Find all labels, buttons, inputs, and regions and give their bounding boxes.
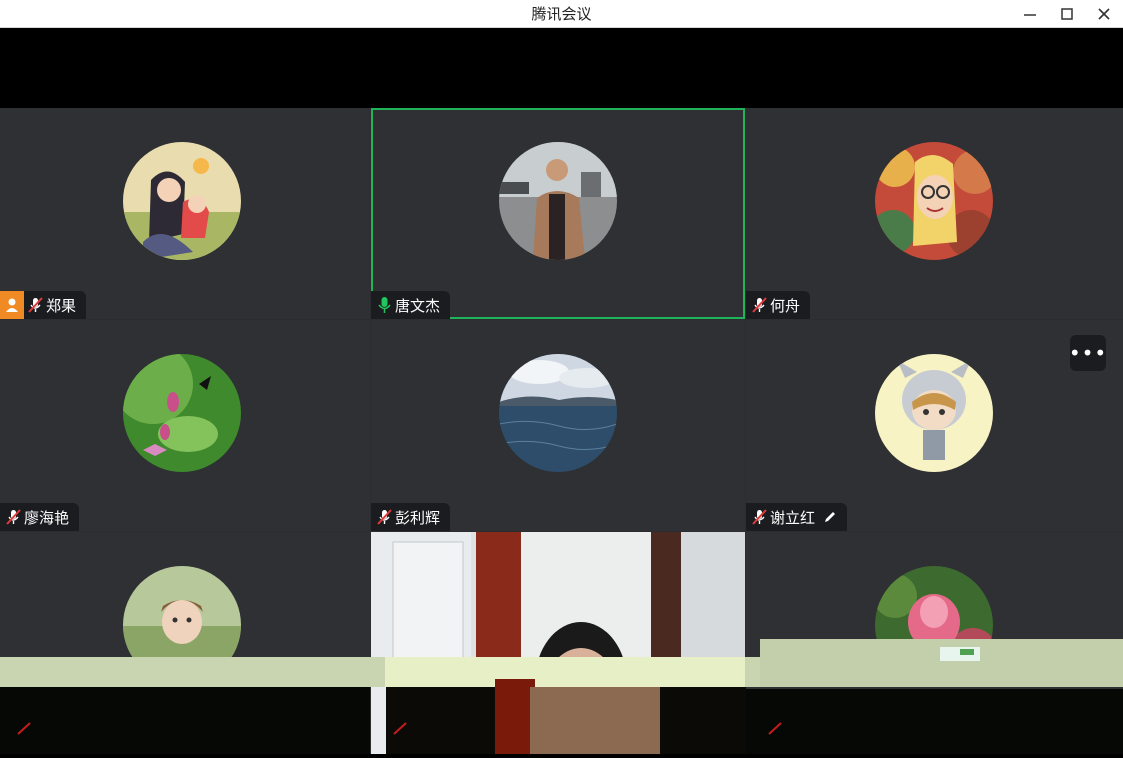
display-glitch [0,639,1123,754]
maximize-icon [1061,7,1073,20]
close-icon [1098,7,1110,20]
avatar [123,354,241,472]
participant-name: 谢立红 [770,508,816,527]
name-tag: 何舟 [746,291,811,319]
host-badge [0,291,24,319]
more-options-button[interactable]: ••• [1069,335,1106,371]
participant-name: 廖海艳 [24,508,70,527]
mic-muted-icon [748,503,770,531]
avatar [875,354,993,472]
name-tag: 谢立红 [746,503,848,531]
name-tag: 唐文杰 [371,291,451,319]
participant-tile-hezhou[interactable]: 何舟 [746,108,1123,319]
name-tag: 廖海艳 [0,503,80,531]
title-bar: 腾讯会议 [0,0,1123,28]
participant-name: 唐文杰 [395,296,441,315]
participant-tile-penglihui[interactable]: 彭利辉 [371,320,745,531]
mic-muted-icon [748,291,770,319]
mic-active-icon [373,291,395,319]
top-black-band [0,28,1123,108]
mic-muted-icon [373,503,395,531]
participant-tile-tangwenjie[interactable]: 唐文杰 [371,108,745,319]
participant-tile-liaohaiyan[interactable]: 廖海艳 [0,320,370,531]
participant-grid: 郑果 唐文杰 何舟 廖海艳 彭利辉 ••• 谢立红 [0,108,1123,754]
avatar [875,142,993,260]
minimize-button[interactable] [1012,0,1048,27]
name-tag: 郑果 [0,291,87,319]
avatar [499,142,617,260]
host-icon [6,298,18,312]
close-button[interactable] [1086,0,1122,27]
participant-name: 何舟 [770,296,801,315]
window-title: 腾讯会议 [531,5,592,23]
mic-muted-icon [2,503,24,531]
mic-muted-icon [24,291,46,319]
participant-tile-zhengguo[interactable]: 郑果 [0,108,370,319]
participant-name: 郑果 [46,296,77,315]
avatar [499,354,617,472]
participant-tile-xielihong[interactable]: ••• 谢立红 [746,320,1123,531]
name-tag: 彭利辉 [371,503,451,531]
maximize-button[interactable] [1049,0,1085,27]
participant-name: 彭利辉 [395,508,441,527]
pencil-icon [823,510,837,524]
avatar [123,142,241,260]
minimize-icon [1024,13,1036,16]
